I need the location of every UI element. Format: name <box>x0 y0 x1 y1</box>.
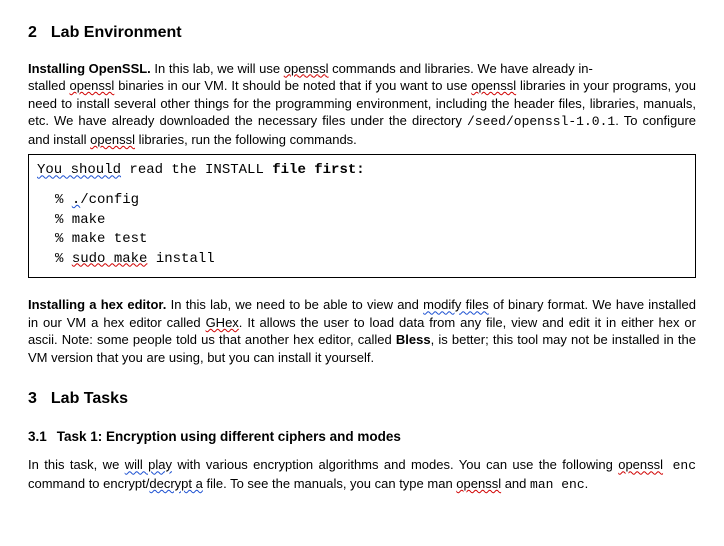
word-bless: Bless <box>396 332 431 347</box>
cmd-make: % make <box>37 211 687 231</box>
code-box-install: You should read the INSTALL file first: … <box>28 154 696 278</box>
cmd-config: % ./config <box>37 191 687 211</box>
code-intro: You should read the INSTALL file first: <box>37 161 687 181</box>
cmd-make-test: % make test <box>37 230 687 250</box>
word-openssl: openssl <box>90 132 135 147</box>
section-2-title: Lab Environment <box>51 24 182 41</box>
section-2-heading: 2 Lab Environment <box>28 22 696 44</box>
phrase-modify-files: modify files <box>423 297 489 312</box>
word-openssl: openssl <box>471 78 516 93</box>
word-openssl: openssl <box>618 457 663 472</box>
section-3-1-title: Task 1: Encryption using different ciphe… <box>57 429 401 444</box>
phrase-decrypt-a: decrypt a <box>149 476 202 491</box>
para-openssl-install: Installing OpenSSL. In this lab, we will… <box>28 60 696 149</box>
section-3-title: Lab Tasks <box>51 390 128 407</box>
section-3-1-heading: 3.1 Task 1: Encryption using different ci… <box>28 428 696 446</box>
cmd-sudo-make-install: % sudo make install <box>37 250 687 270</box>
word-openssl: openssl <box>69 78 114 93</box>
para-task1: In this task, we will play with various … <box>28 456 696 493</box>
section-3-1-number: 3.1 <box>28 429 47 444</box>
section-3-number: 3 <box>28 390 37 407</box>
lead-hexeditor: Installing a hex editor. <box>28 297 166 312</box>
path-openssl: /seed/openssl-1.0.1 <box>467 114 615 129</box>
lead-openssl: Installing OpenSSL. <box>28 61 151 76</box>
word-ghex: GHex <box>206 315 239 330</box>
para-hex-editor: Installing a hex editor. In this lab, we… <box>28 296 696 366</box>
cmd-man-enc: man enc <box>530 477 585 492</box>
phrase-will-play: will play <box>125 457 172 472</box>
phrase-you-should: You should <box>37 162 121 178</box>
word-openssl: openssl <box>284 61 329 76</box>
section-2-number: 2 <box>28 24 37 41</box>
word-openssl: openssl <box>456 476 501 491</box>
section-3-heading: 3 Lab Tasks <box>28 388 696 410</box>
